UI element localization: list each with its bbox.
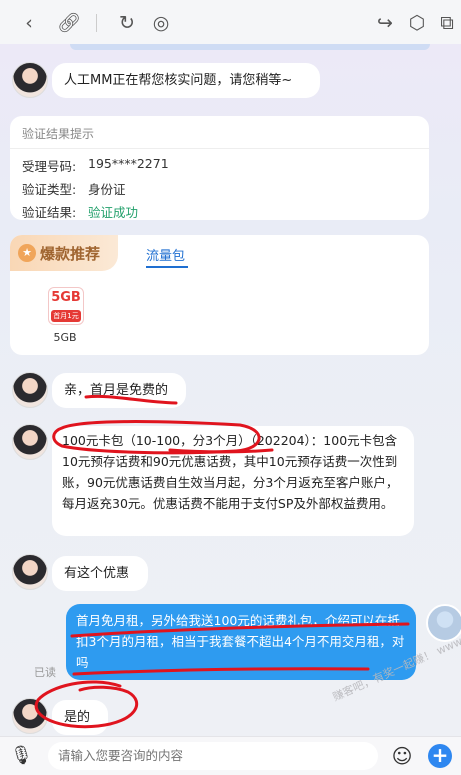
agent-avatar (12, 62, 48, 98)
cube-icon[interactable]: ⬡ (404, 10, 430, 36)
package-sub-badge: 首月1元 (51, 310, 81, 322)
verification-row: 验证类型: 身份证 (22, 179, 126, 198)
promo-card: ★ 爆款推荐 流量包 5GB 首月1元 5GB (10, 235, 429, 355)
row-label: 验证结果: (22, 205, 77, 220)
verification-type: 身份证 (88, 182, 126, 197)
toolbar-divider (96, 14, 97, 32)
tab-underline (146, 266, 188, 268)
back-icon[interactable]: ‹ (16, 10, 42, 36)
plus-icon[interactable]: + (428, 744, 452, 768)
agent-message-offer: 有这个优惠 (52, 556, 148, 591)
read-receipt: 已读 (34, 666, 56, 679)
row-label: 受理号码: (22, 159, 77, 174)
agent-avatar (12, 372, 48, 408)
refresh-icon[interactable]: ↻ (114, 10, 140, 36)
microphone-icon[interactable]: 🎙︎ (10, 744, 33, 768)
copy-icon[interactable]: ⧉ (434, 10, 460, 36)
verification-row: 受理号码: 195****2271 (22, 156, 169, 175)
user-message: 首月免月租，另外给我送100元的话费礼包，介绍可以在抵扣3个月的月租，相当于我套… (66, 604, 416, 680)
agent-message-package-detail: 100元卡包（10-100，分3个月）（202204）：100元卡包含10元预存… (52, 426, 414, 536)
phone-number: 195****2271 (88, 156, 169, 171)
star-icon: ★ (18, 244, 36, 262)
agent-message-greeting: 人工MM正在帮您核实问题，请您稍等~ (52, 63, 320, 98)
chat-area[interactable]: 人工MM正在帮您核实问题，请您稍等~ 验证结果提示 受理号码: 195****2… (0, 44, 461, 736)
link-icon[interactable]: 🔗︎ (56, 10, 82, 36)
agent-avatar (12, 554, 48, 590)
promo-tag: ★ 爆款推荐 (10, 235, 118, 271)
package-label[interactable]: 5GB (48, 331, 82, 344)
agent-message-yes: 是的 (52, 700, 108, 735)
previous-message-edge (70, 44, 430, 50)
package-badge: 5GB (51, 290, 81, 305)
emoji-icon[interactable]: ☺ (390, 744, 414, 768)
verification-card: 验证结果提示 受理号码: 195****2271 验证类型: 身份证 验证结果:… (10, 116, 429, 220)
verification-row: 验证结果: 验证成功 (22, 202, 138, 221)
verification-title: 验证结果提示 (22, 127, 95, 141)
agent-avatar (12, 424, 48, 460)
share-icon[interactable]: ↪ (372, 10, 398, 36)
promo-tag-label: 爆款推荐 (40, 245, 101, 263)
agent-message-free: 亲，首月是免费的 (52, 373, 186, 408)
input-bar: 🎙︎ ☺ + (0, 736, 461, 775)
verification-result: 验证成功 (88, 205, 139, 220)
divider (10, 148, 429, 149)
row-label: 验证类型: (22, 182, 77, 197)
tab-data-package[interactable]: 流量包 (146, 245, 185, 264)
package-5gb-icon[interactable]: 5GB 首月1元 (48, 287, 84, 325)
browser-toolbar: ‹ 🔗︎ ↻ ◎ ↪ ⬡ ⧉ (0, 0, 461, 44)
message-input[interactable] (48, 742, 378, 770)
globe-icon[interactable]: ◎ (148, 10, 174, 36)
agent-avatar (12, 698, 48, 734)
